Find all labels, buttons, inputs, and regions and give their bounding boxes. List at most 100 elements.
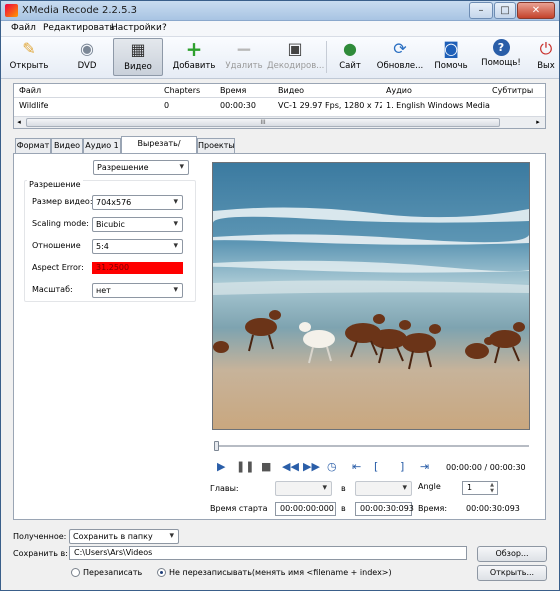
minimize-button[interactable]: –	[469, 2, 493, 19]
seek-thumb[interactable]	[214, 441, 219, 451]
ratio-select[interactable]: 5:4	[92, 239, 183, 254]
end-time-input[interactable]: 00:00:30:093	[355, 502, 414, 516]
angle-stepper-icon[interactable]: ▲ ▼	[487, 482, 497, 494]
chapter-to-label: в	[341, 484, 346, 493]
folder-open-icon: ✎	[22, 39, 36, 58]
title-bar[interactable]: XMedia Recode 2.2.5.3 – □ ✕	[1, 1, 559, 21]
add-button[interactable]: + Добавить	[171, 38, 217, 76]
cell-video: VC-1 29.97 Fps, 1280 x 72...	[278, 101, 382, 110]
chapter-end-select[interactable]	[355, 481, 412, 496]
overwrite-radio[interactable]	[71, 568, 80, 577]
column-subtitles[interactable]: Субтитры	[492, 86, 533, 95]
column-chapters[interactable]: Chapters	[164, 86, 200, 95]
end-time-label: в	[341, 504, 346, 513]
output-mode-select[interactable]: Сохранить в папку	[69, 529, 179, 544]
app-icon	[5, 4, 18, 17]
exit-button[interactable]: ⏻ Вых	[533, 38, 559, 76]
update-button[interactable]: ⟳ Обновле...	[375, 38, 425, 76]
minus-icon: −	[235, 37, 253, 61]
clock-icon[interactable]: ◷	[327, 461, 337, 473]
forward-icon[interactable]: ▶▶	[303, 461, 320, 473]
angle-label: Angle	[418, 482, 441, 491]
maximize-button[interactable]: □	[494, 2, 516, 19]
menu-bar: Файл Редактировать Настройки ?	[1, 21, 559, 37]
aspect-error-value: 31.2500	[92, 262, 183, 274]
cell-chapters: 0	[164, 101, 170, 110]
horizontal-scrollbar[interactable]: ◂ III ▸	[14, 116, 545, 128]
save-to-label: Сохранить в:	[13, 549, 68, 558]
duration-label: Время:	[418, 504, 448, 513]
pause-icon[interactable]: ❚❚	[236, 461, 254, 473]
sea-background	[213, 163, 529, 429]
menu-help[interactable]: ?	[162, 23, 167, 33]
start-time-label: Время старта	[210, 504, 268, 513]
scroll-thumb[interactable]: III	[26, 118, 500, 127]
power-icon: ⏻	[539, 39, 553, 58]
table-row[interactable]: Wildlife 0 00:00:30 VC-1 29.97 Fps, 1280…	[14, 99, 545, 112]
tab-video[interactable]: Видео	[51, 138, 83, 153]
close-button[interactable]: ✕	[517, 2, 555, 19]
received-label: Полученное:	[13, 532, 67, 541]
tab-format[interactable]: Формат	[15, 138, 51, 153]
column-audio[interactable]: Аудио	[386, 86, 412, 95]
duration-value: 00:00:30:093	[466, 504, 520, 513]
tab-projects[interactable]: Проекты	[197, 138, 235, 153]
toolbar-separator	[326, 41, 327, 73]
support-icon: ◙	[443, 39, 459, 58]
browse-button[interactable]: Обзор...	[477, 546, 547, 562]
tab-audio[interactable]: Аудио 1	[83, 138, 121, 153]
scaling-label: Scaling mode:	[32, 219, 89, 228]
tab-cut-preview[interactable]: Вырезать/Превью	[121, 136, 197, 161]
open-folder-button[interactable]: Открыть...	[477, 565, 547, 581]
cell-time: 00:00:30	[220, 101, 256, 110]
no-overwrite-label: Не перезаписывать(менять имя <filename +…	[169, 568, 392, 577]
start-time-input[interactable]: 00:00:00:000	[275, 502, 336, 516]
video-button[interactable]: ▦ Видео	[113, 38, 163, 76]
no-overwrite-radio[interactable]	[157, 568, 166, 577]
main-window: XMedia Recode 2.2.5.3 – □ ✕ Файл Редакти…	[0, 0, 560, 591]
mode-select[interactable]: Разрешение	[93, 160, 189, 175]
size-select[interactable]: 704x576	[92, 195, 183, 210]
file-list[interactable]: Файл Chapters Время Видео Аудио Субтитры…	[13, 83, 546, 129]
decode-button[interactable]: ▣ Декодиров...	[267, 38, 324, 76]
scroll-left-icon[interactable]: ◂	[14, 118, 24, 128]
stop-icon[interactable]: ■	[261, 461, 271, 473]
overwrite-label: Перезаписать	[83, 568, 143, 577]
file-list-header: Файл Chapters Время Видео Аудио Субтитры	[14, 84, 545, 98]
delete-button[interactable]: − Удалить	[223, 38, 265, 76]
rewind-icon[interactable]: ◀◀	[282, 461, 299, 473]
refresh-icon: ⟳	[393, 39, 407, 58]
help-button[interactable]: ? Помощь!	[479, 38, 523, 76]
site-button[interactable]: ● Сайт	[334, 38, 366, 76]
support-button[interactable]: ◙ Помочь	[431, 38, 471, 76]
column-time[interactable]: Время	[220, 86, 246, 95]
scroll-right-icon[interactable]: ▸	[533, 118, 543, 128]
aspect-error-label: Aspect Error:	[32, 263, 84, 272]
scale-select[interactable]: нет	[92, 283, 183, 298]
open-button[interactable]: ✎ Открыть	[9, 38, 49, 76]
size-label: Размер видео:	[32, 197, 93, 206]
ratio-label: Отношение	[32, 241, 81, 250]
mark-out-icon[interactable]: ]	[400, 461, 404, 473]
question-icon: ?	[492, 39, 510, 56]
menu-edit[interactable]: Редактировать	[43, 23, 115, 33]
mark-in-icon[interactable]: [	[374, 461, 378, 473]
chapter-start-select[interactable]	[275, 481, 332, 496]
preview-frame	[213, 163, 529, 429]
seek-bar[interactable]	[214, 441, 529, 451]
video-preview	[212, 162, 530, 430]
play-icon[interactable]: ▶	[217, 461, 225, 473]
menu-settings[interactable]: Настройки	[111, 23, 162, 33]
cut-preview-panel: Разрешение Разрешение Размер видео: 704x…	[13, 153, 546, 520]
toolbar: ✎ Открыть ◉ DVD ▦ Видео + Добавить − Уда…	[1, 37, 559, 79]
scaling-select[interactable]: Bicubic	[92, 217, 183, 232]
column-video[interactable]: Видео	[278, 86, 304, 95]
menu-file[interactable]: Файл	[11, 23, 36, 33]
go-end-icon[interactable]: ⇥	[420, 461, 429, 473]
plus-icon: +	[185, 37, 203, 61]
dvd-button[interactable]: ◉ DVD	[67, 38, 107, 76]
go-start-icon[interactable]: ⇤	[352, 461, 361, 473]
save-path-input[interactable]: C:\Users\Ars\Videos	[69, 546, 467, 560]
column-file[interactable]: Файл	[19, 86, 41, 95]
disc-icon: ◉	[80, 39, 94, 58]
